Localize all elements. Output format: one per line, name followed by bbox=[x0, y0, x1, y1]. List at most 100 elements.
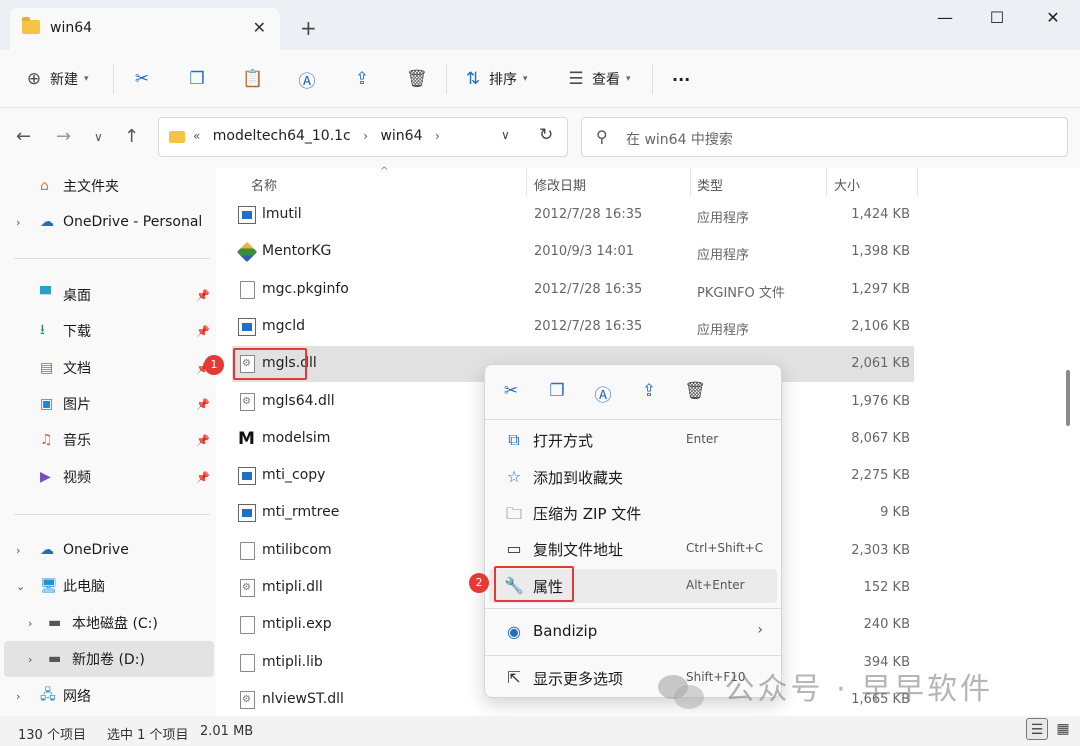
table-row[interactable]: mgc.pkginfo 2012/7/28 16:35 PKGINFO 文件 1,29… bbox=[232, 272, 914, 308]
expand-chevron-icon[interactable]: › bbox=[28, 653, 32, 666]
sort-button[interactable]: ⇅ 排序 ▾ bbox=[463, 66, 528, 92]
file-size: 1,976 KB bbox=[851, 393, 910, 409]
pin-icon[interactable]: 📌 bbox=[196, 289, 210, 302]
expand-chevron-icon[interactable]: › bbox=[16, 544, 20, 557]
expand-chevron-icon[interactable]: › bbox=[16, 216, 20, 229]
menu-item-open-with[interactable]: ⧉ 打开方式 Enter bbox=[489, 423, 777, 457]
column-header-name[interactable]: 名称 bbox=[251, 175, 277, 194]
menu-item-label: 添加到收藏夹 bbox=[533, 469, 624, 487]
rename-icon[interactable]: Ⓐ bbox=[591, 381, 615, 406]
sidebar-item-this-pc[interactable]: ⌄ 🖥 此电脑 bbox=[0, 568, 214, 604]
sidebar-item-desktop[interactable]: ▀ 桌面 📌 bbox=[0, 277, 214, 313]
forward-arrow-icon[interactable]: → bbox=[56, 126, 71, 147]
search-input[interactable]: 在 win64 中搜索 bbox=[626, 129, 733, 149]
file-size: 2,061 KB bbox=[851, 356, 910, 372]
file-name: mtipli.exp bbox=[262, 616, 332, 633]
sidebar-item-documents[interactable]: ▤ 文档 📌 bbox=[0, 350, 214, 386]
toolbar-divider bbox=[113, 64, 114, 94]
sidebar-item-network[interactable]: › 🖧 网络 bbox=[0, 678, 214, 714]
menu-item-compress-zip[interactable]: 🗀 压缩为 ZIP 文件 bbox=[489, 496, 777, 530]
rename-button[interactable]: Ⓐ bbox=[297, 66, 317, 92]
folder-icon bbox=[169, 131, 185, 143]
delete-icon: 🗑 bbox=[406, 69, 428, 89]
sidebar-item-drive-c[interactable]: › ▬ 本地磁盘 (C:) bbox=[0, 605, 214, 641]
column-divider[interactable] bbox=[690, 168, 691, 196]
pin-icon[interactable]: 📌 bbox=[196, 434, 210, 447]
sidebar-item-onedrive[interactable]: › ☁ OneDrive bbox=[0, 532, 214, 568]
file-icon bbox=[240, 541, 255, 560]
breadcrumb-item[interactable]: win64 bbox=[380, 128, 422, 144]
sidebar-item-pictures[interactable]: ▣ 图片 📌 bbox=[0, 386, 214, 422]
tab-win64[interactable]: win64 ✕ bbox=[10, 8, 280, 50]
cut-icon[interactable]: ✂ bbox=[499, 381, 523, 401]
column-divider[interactable] bbox=[826, 168, 827, 196]
sidebar-item-videos[interactable]: ▶ 视频 📌 bbox=[0, 459, 214, 495]
address-bar[interactable]: « modeltech64_10.1c › win64 › ∨ ↻ bbox=[158, 117, 568, 157]
command-bar: ⊕ 新建 ▾ ✂ ❐ 📋 Ⓐ ⇪ 🗑 ⇅ 排序 ▾ ☰ 查看 ▾ ··· bbox=[0, 50, 1080, 108]
more-button[interactable]: ··· bbox=[672, 66, 690, 92]
application-icon bbox=[238, 206, 256, 224]
details-view-icon[interactable]: ☰ bbox=[1026, 718, 1048, 740]
column-header-date[interactable]: 修改日期 bbox=[534, 175, 586, 194]
paste-button[interactable]: 📋 bbox=[242, 66, 263, 92]
pictures-icon: ▣ bbox=[40, 396, 54, 412]
submenu-chevron-icon: › bbox=[757, 622, 763, 638]
column-header-type[interactable]: 类型 bbox=[697, 175, 723, 194]
search-box[interactable]: ⚲ 在 win64 中搜索 bbox=[581, 117, 1068, 157]
tab-close-icon[interactable]: ✕ bbox=[253, 18, 266, 37]
minimize-button[interactable]: — bbox=[930, 8, 960, 27]
delete-icon[interactable]: 🗑 bbox=[683, 381, 707, 401]
up-arrow-icon[interactable]: ↑ bbox=[124, 126, 139, 147]
new-button[interactable]: ⊕ 新建 ▾ bbox=[24, 66, 89, 92]
back-arrow-icon[interactable]: ← bbox=[16, 126, 31, 147]
table-row[interactable]: MentorKG 2010/9/3 14:01 应用程序 1,398 KB bbox=[232, 234, 914, 270]
copy-icon[interactable]: ❐ bbox=[545, 381, 569, 401]
address-dropdown-icon[interactable]: ∨ bbox=[501, 128, 510, 142]
sidebar-item-home[interactable]: ⌂ 主文件夹 bbox=[0, 168, 214, 204]
sidebar-item-onedrive-personal[interactable]: › ☁ OneDrive - Personal bbox=[0, 204, 214, 240]
collapse-chevron-icon[interactable]: ⌄ bbox=[16, 580, 25, 593]
copy-button[interactable]: ❐ bbox=[187, 66, 207, 92]
delete-button[interactable]: 🗑 bbox=[406, 66, 428, 92]
menu-item-add-favorites[interactable]: ☆ 添加到收藏夹 bbox=[489, 460, 777, 494]
pin-icon[interactable]: 📌 bbox=[196, 398, 210, 411]
watermark-text: 公众号 · 早早软件 bbox=[724, 672, 994, 707]
table-row[interactable]: lmutil 2012/7/28 16:35 应用程序 1,424 KB bbox=[232, 197, 914, 233]
view-button[interactable]: ☰ 查看 ▾ bbox=[566, 66, 630, 92]
column-divider[interactable] bbox=[526, 168, 527, 196]
refresh-icon[interactable]: ↻ bbox=[539, 125, 553, 145]
zip-icon: 🗀 bbox=[505, 504, 522, 523]
pin-icon[interactable]: 📌 bbox=[196, 471, 210, 484]
overflow-chevron[interactable]: « bbox=[193, 129, 200, 143]
expand-chevron-icon[interactable]: › bbox=[16, 690, 20, 703]
share-icon[interactable]: ⇪ bbox=[637, 381, 661, 401]
sidebar-item-music[interactable]: ♫ 音乐 📌 bbox=[0, 422, 214, 458]
sidebar-item-downloads[interactable]: ⭳ 下载 📌 bbox=[0, 313, 214, 349]
menu-item-copy-path[interactable]: ▭ 复制文件地址 Ctrl+Shift+C bbox=[489, 532, 777, 566]
vertical-scrollbar-thumb[interactable] bbox=[1066, 370, 1070, 426]
tab-title: win64 bbox=[50, 20, 93, 36]
pin-icon[interactable]: 📌 bbox=[196, 325, 210, 338]
share-button[interactable]: ⇪ bbox=[352, 66, 372, 92]
breadcrumb-item[interactable]: modeltech64_10.1c bbox=[213, 128, 351, 144]
file-type: PKGINFO 文件 bbox=[697, 285, 785, 301]
computer-icon: 🖥 bbox=[40, 578, 58, 594]
file-icon bbox=[240, 280, 255, 299]
maximize-button[interactable]: ☐ bbox=[982, 8, 1012, 27]
menu-item-bandizip[interactable]: ◉ Bandizip › bbox=[489, 615, 777, 649]
new-tab-button[interactable]: + bbox=[300, 16, 317, 40]
file-date: 2012/7/28 16:35 bbox=[534, 281, 643, 297]
highlight-box-step1 bbox=[233, 348, 307, 380]
sidebar-item-drive-d[interactable]: › ▬ 新加卷 (D:) bbox=[4, 641, 214, 677]
expand-chevron-icon[interactable]: › bbox=[28, 617, 32, 630]
close-window-button[interactable]: ✕ bbox=[1038, 8, 1068, 27]
tiles-view-icon[interactable]: ▦ bbox=[1052, 718, 1074, 740]
column-divider[interactable] bbox=[917, 168, 918, 196]
file-date: 2012/7/28 16:35 bbox=[534, 318, 643, 334]
recent-chevron-icon[interactable]: ∨ bbox=[94, 130, 103, 144]
selected-size: 2.01 MB bbox=[200, 724, 254, 739]
cut-button[interactable]: ✂ bbox=[132, 66, 152, 92]
table-row[interactable]: mgcld 2012/7/28 16:35 应用程序 2,106 KB bbox=[232, 309, 914, 345]
column-header-size[interactable]: 大小 bbox=[834, 175, 860, 194]
file-name: mtipli.dll bbox=[262, 579, 323, 595]
